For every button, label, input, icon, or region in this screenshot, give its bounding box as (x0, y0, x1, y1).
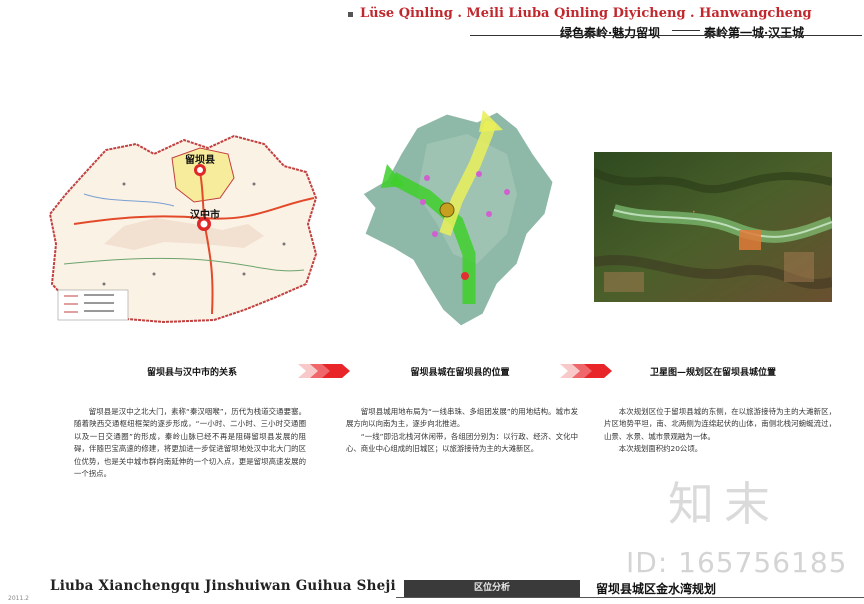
paragraph: “一线”即沿北栈河休闲带，各组团分别为：以行政、经济、文化中心、商业中心组成的旧… (346, 431, 578, 454)
caption-satellite: 卫星图—规划区在留坝县城位置 (649, 368, 776, 378)
header-chinese-right: 秦岭第一城·汉王城 (704, 26, 805, 40)
county-map-graphic (362, 110, 554, 327)
header-divider (470, 35, 862, 36)
hanzhong-map-graphic (48, 134, 318, 324)
hanzhong-region-map: 留坝县 汉中市 (44, 114, 326, 326)
header-english-title: Lüse Qinling . Meili Liuba Qinling Diyic… (360, 6, 812, 21)
watermark-id: ID: 165756185 (626, 546, 848, 579)
header-chinese-left: 绿色秦岭·魅力留坝 (560, 26, 661, 40)
footer-date: 2011.2 (8, 595, 29, 602)
text-county-position: 留坝县城用地布局为“一线串珠、多组团发展”的用地结构。城市发展方向以向南为主，逐… (346, 406, 578, 456)
text-satellite: 本次规划区位于留坝县城的东侧，在以旅游接待为主的大滩新区，片区地势平坦，南、北两… (604, 406, 836, 456)
paragraph: 本次规划区位于留坝县城的东侧，在以旅游接待为主的大滩新区，片区地势平坦，南、北两… (604, 407, 836, 441)
caption-region-relation: 留坝县与汉中市的关系 (146, 368, 237, 378)
text-region-relation: 留坝县是汉中之北大门，素称“秦汉咽喉”，历代为栈道交通要塞。随着陕西交通枢纽框架… (74, 406, 306, 480)
watermark-logo: 知末 (668, 477, 780, 531)
footer-divider (396, 597, 864, 598)
footer-section-tab[interactable]: 区位分析 (404, 580, 580, 597)
map-label-liuba: 留坝县 (185, 155, 215, 166)
map-label-hanzhong: 汉中市 (190, 210, 220, 221)
arrow-right-icon (298, 364, 350, 378)
satellite-image: • (594, 152, 832, 302)
svg-text:•: • (692, 209, 696, 216)
arrow-right-icon-2 (560, 364, 612, 378)
liuba-county-map (357, 104, 561, 330)
paragraph: 留坝县城用地布局为“一线串珠、多组团发展”的用地结构。城市发展方向以向南为主，逐… (346, 407, 578, 429)
paragraph: 本次规划面积约20公顷。 (618, 444, 703, 454)
satellite-graphic: • (594, 152, 832, 302)
header-bullet (348, 12, 353, 17)
footer-english-title: Liuba Xianchengqu Jinshuiwan Guihua Shej… (50, 578, 396, 594)
caption-county-position: 留坝县城在留坝县的位置 (410, 368, 510, 378)
paragraph: 留坝县是汉中之北大门，素称“秦汉咽喉”，历代为栈道交通要塞。随着陕西交通枢纽框架… (74, 407, 306, 479)
footer-chinese-title: 留坝县城区金水湾规划 (596, 582, 717, 596)
